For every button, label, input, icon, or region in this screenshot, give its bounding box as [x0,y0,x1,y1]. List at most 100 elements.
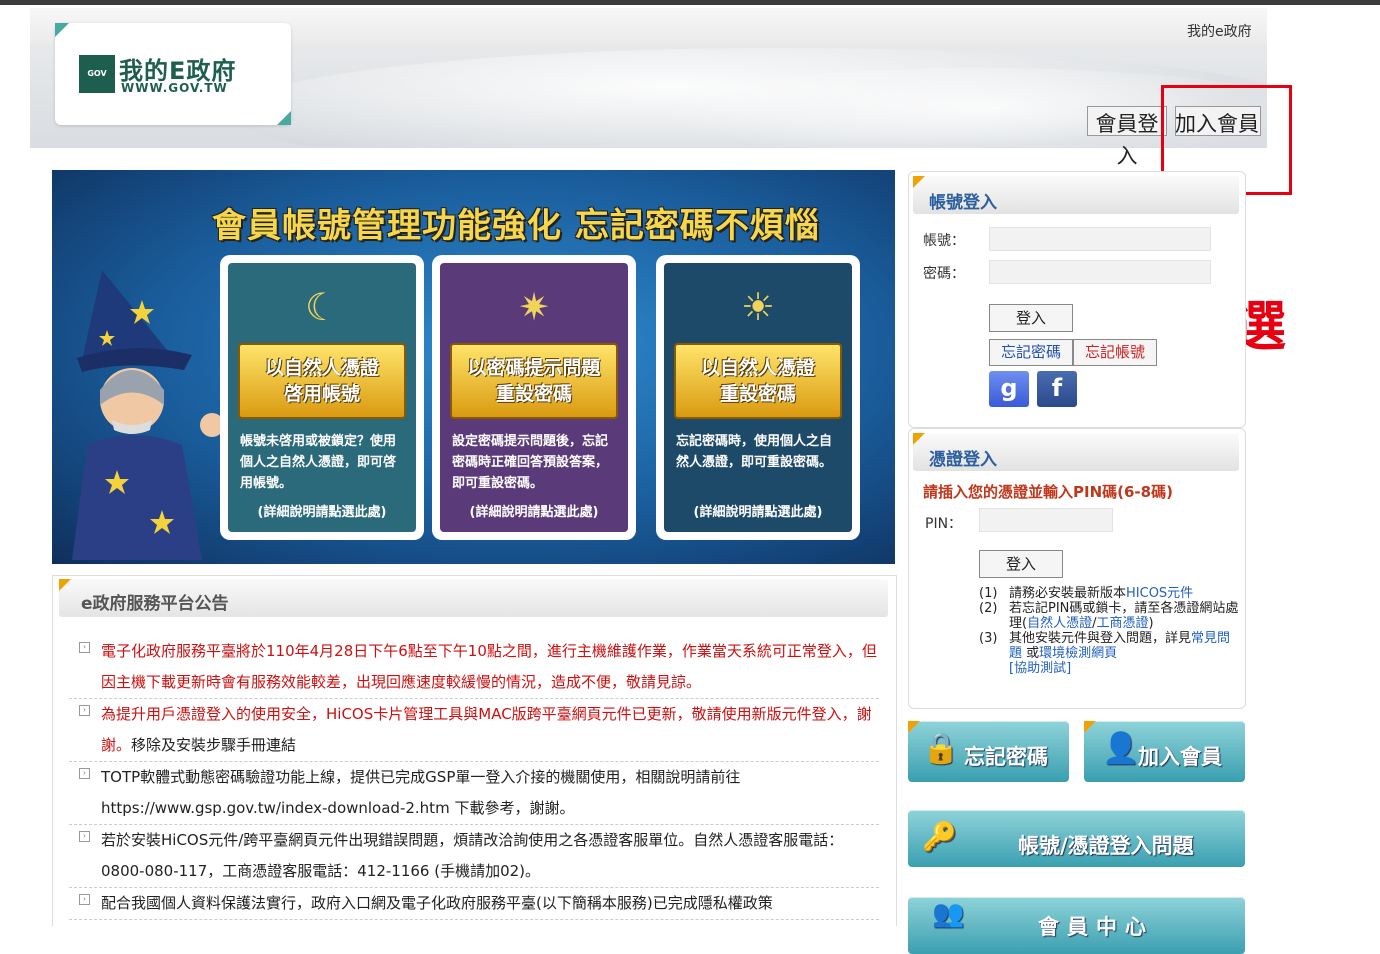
announcement-text: 若於安裝HiCOS元件/跨平臺網頁元件出現錯誤問題，煩請改洽詢使用之各憑證客服單… [101,831,844,880]
bullet-icon: › [79,642,90,653]
wizard-illustration [72,270,224,560]
card-line1: 以自然人憑證 [700,357,815,379]
hicos-link[interactable]: HICOS元件 [1126,586,1193,601]
bullet-icon: › [79,768,90,779]
announcement-panel: e政府服務平台公告 › 電子化政府服務平臺將於110年4月28日下午6點至下午1… [52,575,897,926]
top-border [0,0,1380,5]
password-input[interactable] [989,260,1211,284]
announcement-text: TOTP軟體式動態密碼驗證功能上線，提供已完成GSP單一登入介接的機關使用，相關… [101,768,741,817]
card-line2: 重設密碼 [495,383,572,405]
corner-accent [913,433,925,445]
moon-icon: ☾ [304,285,340,329]
card-line1: 以自然人憑證 [264,357,379,379]
announcement-list: › 電子化政府服務平臺將於110年4月28日下午6點至下午10點之間，進行主機維… [69,636,879,920]
note-number: (3) [979,631,998,646]
note-text: 其他安裝元件與登入問題，詳見 [1009,631,1192,646]
card-more-link[interactable]: (詳細說明請點選此處) [664,501,852,520]
logo-url: WWW.GOV.TW [121,81,228,95]
password-label: 密碼： [923,266,965,282]
note-text: 請務必安裝最新版本 [1009,586,1127,601]
note-number: (2) [979,601,998,616]
card-line2: 重設密碼 [719,383,796,405]
announcement-title: e政府服務平台公告 [81,594,229,614]
moica-link[interactable]: 自然人憑證 [1027,616,1092,631]
pin-input[interactable] [979,508,1113,532]
gov-logo-icon: GOV [79,55,115,93]
list-item[interactable]: › 配合我國個人資料保護法實行，政府入口網及電子化政府服務平臺(以下簡稱本服務)… [69,888,879,920]
account-input[interactable] [989,227,1211,251]
account-login-button[interactable]: 登入 [989,304,1073,332]
key-card-icon: 🔑 [922,820,957,853]
card-line2: 啓用帳號 [283,383,360,405]
account-login-title: 帳號登入 [929,193,997,213]
cert-login-button[interactable]: 登入 [979,550,1063,578]
logo-corner [55,23,69,37]
promo-banner[interactable]: 會員帳號管理功能強化 忘記密碼不煩惱 ☾ 以自然人憑證 啓用帳號 帳號未啓用或被… [52,170,895,564]
card-more-link[interactable]: (詳細說明請點選此處) [440,501,628,520]
note-item: (1) 請務必安裝最新版本HICOS元件 [979,586,1239,601]
login-issue-label: 帳號/憑證登入問題 [1018,834,1194,858]
card-plaque: 以密碼提示問題 重設密碼 [450,343,618,419]
bullet-icon: › [79,705,90,716]
note-close: ) [1148,616,1154,631]
bullet-icon: › [79,831,90,842]
forgot-account-button[interactable]: 忘記帳號 [1073,339,1157,366]
banner-card-question[interactable]: ✷ 以密碼提示問題 重設密碼 設定密碼提示問題後，忘記密碼時正確回答預設答案，即… [432,255,636,540]
list-item[interactable]: › 若於安裝HiCOS元件/跨平臺網頁元件出現錯誤問題，煩請改洽詢使用之各憑證客… [69,825,879,888]
list-item[interactable]: › 電子化政府服務平臺將於110年4月28日下午6點至下午10點之間，進行主機維… [69,636,879,699]
card-inner: ☀ 以自然人憑證 重設密碼 忘記密碼時，使用個人之自然人憑證，即可重設密碼。 (… [664,263,852,532]
banner-card-reset[interactable]: ☀ 以自然人憑證 重設密碼 忘記密碼時，使用個人之自然人憑證，即可重設密碼。 (… [656,255,860,540]
list-item[interactable]: › TOTP軟體式動態密碼驗證功能上線，提供已完成GSP單一登入介接的機關使用，… [69,762,879,825]
card-more-link[interactable]: (詳細說明請點選此處) [228,501,416,520]
manual-link[interactable]: 移除及安裝步驟手冊連結 [131,736,296,754]
announcement-header: e政府服務平台公告 [59,579,888,617]
note-item: (3) 其他安裝元件與登入問題，詳見常見問題 或環境檢測網頁 [協助測試] [979,631,1239,676]
panel-header: 憑證登入 [913,433,1239,471]
card-line1: 以密碼提示問題 [467,357,601,379]
card-plaque: 以自然人憑證 啓用帳號 [238,343,406,419]
facebook-login-icon[interactable]: f [1037,371,1077,407]
announcement-text: 配合我國個人資料保護法實行，政府入口網及電子化政府服務平臺(以下簡稱本服務)已完… [101,894,773,912]
site-logo[interactable]: GOV 我的E政府 WWW.GOV.TW [55,23,291,125]
card-desc: 帳號未啓用或被鎖定？使用個人之自然人憑證，即可啓用帳號。 [240,434,397,491]
person-icon: 👤 [1102,731,1140,766]
forgot-password-button[interactable]: 忘記密碼 [989,339,1073,366]
card-inner: ✷ 以密碼提示問題 重設密碼 設定密碼提示問題後，忘記密碼時正確回答預設答案，即… [440,263,628,532]
note-item: (2) 若忘記PIN碼或鎖卡，請至各憑證網站處理(自然人憑證/工商憑證) [979,601,1239,631]
login-issue-button[interactable]: 🔑 帳號/憑證登入問題 [908,810,1245,867]
quick-join-member-button[interactable]: 👤 加入會員 [1084,721,1245,782]
quick-join-member-label: 加入會員 [1138,745,1222,769]
corner-accent [913,176,925,188]
account-login-panel: 帳號登入 帳號： 密碼： 登入 忘記密碼 忘記帳號 g f [908,171,1246,428]
banner-card-activate[interactable]: ☾ 以自然人憑證 啓用帳號 帳號未啓用或被鎖定？使用個人之自然人憑證，即可啓用帳… [220,255,424,540]
account-label: 帳號： [923,233,965,249]
bullet-icon: › [79,894,90,905]
note-or: 或 [1026,646,1040,661]
banner-title: 會員帳號管理功能強化 忘記密碼不煩惱 [212,206,820,246]
member-center-button[interactable]: 👥 會員中心 [908,897,1245,954]
panel-header: 帳號登入 [913,176,1239,214]
quick-forgot-password-label: 忘記密碼 [964,745,1048,769]
card-desc: 忘記密碼時，使用個人之自然人憑證，即可重設密碼。 [676,434,833,470]
corner-accent [908,721,920,733]
list-item[interactable]: › 為提升用戶憑證登入的使用安全，HiCOS卡片管理工具與MAC版跨平臺網頁元件… [69,699,879,762]
card-desc: 設定密碼提示問題後，忘記密碼時正確回答預設答案，即可重設密碼。 [452,434,609,491]
logo-corner [277,111,291,125]
member-center-label: 會員中心 [1038,915,1154,939]
quick-forgot-password-button[interactable]: 🔒 忘記密碼 [908,721,1069,782]
sun-icon: ☀ [740,285,776,329]
lock-icon: 🔒 [922,731,960,766]
pin-label: PIN： [925,516,963,532]
member-login-label: 會員登入 [1095,112,1159,168]
moeaca-link[interactable]: 工商憑證 [1096,616,1148,631]
star-icon: ✷ [518,285,550,329]
card-plaque: 以自然人憑證 重設密碼 [674,343,842,419]
env-check-link[interactable]: 環境檢測網頁 [1039,646,1117,661]
assist-test-link[interactable]: [協助測試] [1009,661,1071,676]
card-inner: ☾ 以自然人憑證 啓用帳號 帳號未啓用或被鎖定？使用個人之自然人憑證，即可啓用帳… [228,263,416,532]
my-egov-link[interactable]: 我的e政府 [1187,21,1252,41]
corner-accent [59,579,71,591]
cert-login-panel: 憑證登入 請插入您的憑證並輸入PIN碼(6-8碼) PIN： 登入 (1) 請務必… [908,428,1246,709]
cert-login-title: 憑證登入 [929,450,997,470]
google-login-icon[interactable]: g [989,371,1029,407]
